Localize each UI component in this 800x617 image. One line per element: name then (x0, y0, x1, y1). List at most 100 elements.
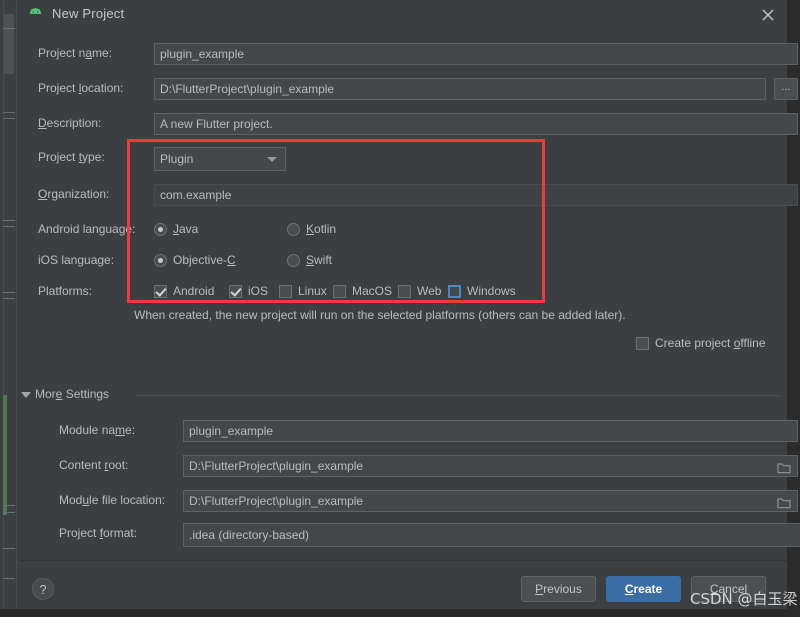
ide-bottom-edge (0, 609, 800, 617)
checkbox-create-project-offline[interactable]: Create project offline (636, 336, 766, 350)
radio-indicator (287, 222, 300, 236)
description-label: Description: (38, 116, 102, 130)
cancel-button[interactable]: Cancel (691, 576, 766, 602)
radio-ios-language-swift[interactable]: Swift (287, 253, 332, 267)
previous-button[interactable]: Previous (521, 576, 596, 602)
more-settings-toggle[interactable]: More Settings (19, 387, 787, 403)
section-divider (136, 395, 779, 396)
module-name-label: Module name: (59, 423, 136, 437)
checkbox-indicator (636, 336, 649, 350)
checkbox-platform-macos[interactable]: MacOS (333, 284, 392, 298)
checkbox-platform-windows[interactable]: Windows (448, 284, 516, 298)
gutter-marker (3, 578, 15, 579)
project-location-browse-button[interactable]: ... (774, 78, 798, 100)
editor-scrollbar-thumb[interactable] (4, 14, 14, 74)
project-format-select[interactable]: .idea (directory-based) (183, 523, 800, 547)
checkbox-label: Linux (298, 284, 327, 298)
row-description: Description: A new Flutter project. (38, 113, 798, 135)
checkbox-platform-ios[interactable]: iOS (229, 284, 268, 298)
row-content-root: Content root: D:\FlutterProject\plugin_e… (59, 455, 798, 477)
project-format-value: .idea (directory-based) (189, 528, 310, 542)
checkbox-label: Web (417, 284, 442, 298)
gutter-marker (3, 118, 15, 119)
checkbox-label: Windows (467, 284, 516, 298)
ios-language-label: iOS language: (38, 253, 115, 267)
organization-input[interactable]: com.example (154, 184, 798, 206)
module-file-location-label: Module file location: (59, 493, 166, 507)
project-location-input[interactable]: D:\FlutterProject\plugin_example (154, 78, 766, 100)
radio-indicator (287, 253, 300, 267)
radio-indicator (154, 222, 167, 236)
organization-label: Organization: (38, 187, 110, 201)
row-project-name: Project name: plugin_example (38, 43, 798, 65)
project-type-label: Project type: (38, 150, 105, 164)
checkbox-platform-web[interactable]: Web (398, 284, 441, 298)
gutter-marker (3, 220, 15, 221)
row-project-location: Project location: D:\FlutterProject\plug… (38, 78, 798, 100)
radio-indicator (154, 253, 167, 267)
checkbox-indicator (279, 284, 292, 298)
description-input[interactable]: A new Flutter project. (154, 113, 798, 135)
checkbox-indicator (229, 284, 242, 298)
help-button[interactable]: ? (32, 578, 54, 600)
radio-label: Kotlin (306, 222, 337, 236)
radio-android-language-java[interactable]: Java (154, 222, 198, 236)
platforms-hint-text: When created, the new project will run o… (134, 308, 626, 322)
gutter-marker (3, 548, 15, 549)
row-android-language: Android language: Java Kotlin (38, 219, 778, 241)
checkbox-indicator (398, 284, 411, 298)
gutter-marker (3, 298, 15, 299)
chevron-down-icon (21, 392, 31, 398)
ide-left-gutter (0, 0, 20, 617)
android-robot-icon (28, 8, 43, 21)
chevron-down-icon (267, 157, 277, 162)
project-type-value: Plugin (160, 152, 194, 166)
module-name-input[interactable]: plugin_example (183, 420, 798, 442)
row-platforms: Platforms: Android iOS Linux MacOS Web W… (38, 281, 778, 303)
project-location-label: Project location: (38, 81, 124, 95)
row-ios-language: iOS language: Objective-C Swift (38, 250, 778, 272)
android-language-label: Android language: (38, 222, 136, 236)
module-file-location-input[interactable]: D:\FlutterProject\plugin_example (183, 490, 798, 512)
row-project-format: Project format: .idea (directory-based) (59, 523, 800, 547)
checkbox-indicator (448, 284, 461, 298)
checkbox-label: iOS (248, 284, 269, 298)
gutter-vcs-change-marker (3, 395, 7, 515)
folder-icon[interactable] (777, 462, 791, 477)
more-settings-label: More Settings (35, 387, 110, 401)
dialog-title: New Project (52, 6, 125, 21)
close-icon[interactable] (757, 4, 779, 26)
checkbox-label: Android (173, 284, 215, 298)
gutter-marker (3, 112, 15, 113)
checkbox-label: Create project offline (655, 336, 766, 350)
row-project-type: Project type: Plugin (38, 147, 778, 171)
checkbox-label: MacOS (352, 284, 393, 298)
project-name-label: Project name: (38, 46, 113, 60)
checkbox-platform-android[interactable]: Android (154, 284, 214, 298)
content-root-label: Content root: (59, 458, 129, 472)
gutter-marker (3, 28, 15, 29)
project-format-label: Project format: (59, 526, 138, 540)
checkbox-indicator (154, 284, 167, 298)
checkbox-indicator (333, 284, 346, 298)
row-module-file-location: Module file location: D:\FlutterProject\… (59, 490, 798, 512)
gutter-marker (3, 512, 15, 513)
folder-icon[interactable] (777, 497, 791, 512)
radio-label: Objective-C (173, 253, 236, 267)
radio-label: Java (173, 222, 199, 236)
platforms-label: Platforms: (38, 284, 93, 298)
dialog-title-bar: New Project (19, 0, 787, 30)
project-name-input[interactable]: plugin_example (154, 43, 798, 65)
checkbox-platform-linux[interactable]: Linux (279, 284, 327, 298)
radio-ios-language-objective-c[interactable]: Objective-C (154, 253, 236, 267)
bottom-separator (19, 560, 787, 561)
editor-scrollbar-track[interactable] (3, 0, 17, 617)
create-button[interactable]: Create (606, 576, 681, 602)
gutter-marker (3, 292, 15, 293)
radio-android-language-kotlin[interactable]: Kotlin (287, 222, 336, 236)
new-project-dialog: New Project Project name: plugin_example… (19, 0, 800, 609)
project-type-select[interactable]: Plugin (154, 147, 286, 171)
gutter-marker (3, 226, 15, 227)
row-organization: Organization: com.example (38, 184, 798, 206)
content-root-input[interactable]: D:\FlutterProject\plugin_example (183, 455, 798, 477)
